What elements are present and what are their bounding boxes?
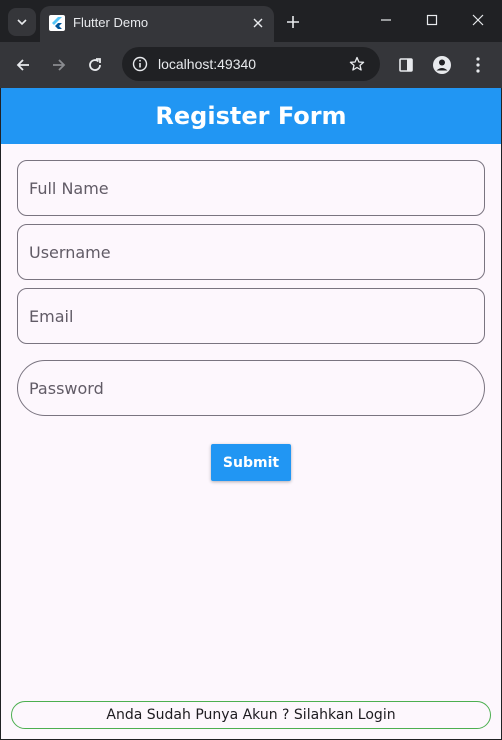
back-button[interactable] [9,51,37,79]
maximize-button[interactable] [417,8,447,32]
profile-icon [433,56,451,74]
maximize-icon [426,14,438,26]
reload-icon [89,58,101,71]
minimize-button[interactable] [371,8,401,32]
url-text: localhost:49340 [158,56,257,72]
minimize-icon [381,19,391,21]
browser-tab[interactable]: Flutter Demo [40,6,274,42]
new-tab-button[interactable] [282,11,304,33]
password-field[interactable] [17,360,485,416]
tab-close-button[interactable] [248,13,268,33]
reload-button[interactable] [81,51,109,79]
chevron-down-icon [17,19,27,26]
full-name-field[interactable] [17,160,485,216]
app-page: Register Form Submit Anda Sudah Punya Ak… [1,88,501,739]
app-bar: Register Form [1,88,501,144]
info-icon [132,56,148,72]
login-link-button[interactable]: Anda Sudah Punya Akun ? Silahkan Login [11,701,491,729]
browser-window: Flutter Demo localhost:49340 Register Fo… [0,0,502,740]
page-title: Register Form [155,102,347,130]
submit-button[interactable]: Submit [211,444,291,481]
bookmark-button[interactable] [345,52,369,76]
close-icon [472,14,484,26]
tab-strip: Flutter Demo [0,0,502,42]
side-panel-icon [399,58,413,72]
menu-button[interactable] [464,51,492,79]
star-icon [349,56,365,71]
site-info-button[interactable] [128,52,152,76]
flutter-icon [49,15,65,31]
forward-arrow-icon [53,59,66,71]
forward-button[interactable] [45,51,73,79]
username-field[interactable] [17,224,485,280]
back-arrow-icon [16,59,29,71]
close-window-button[interactable] [463,8,493,32]
kebab-menu-icon [476,57,480,73]
close-icon [253,18,263,28]
address-bar[interactable]: localhost:49340 [122,47,380,81]
browser-toolbar: localhost:49340 [0,42,502,88]
tab-search-button[interactable] [8,8,36,36]
tab-title: Flutter Demo [73,15,149,30]
plus-icon [287,16,299,28]
side-panel-button[interactable] [392,51,420,79]
profile-button[interactable] [428,51,456,79]
email-field[interactable] [17,288,485,344]
